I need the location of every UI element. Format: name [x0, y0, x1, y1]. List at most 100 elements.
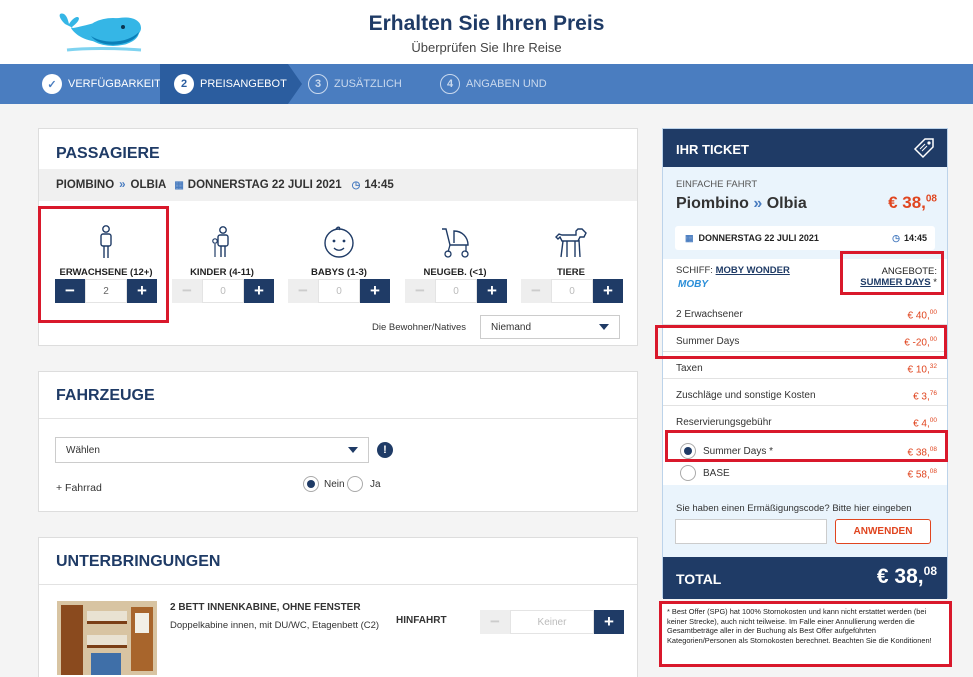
- newborn-count[interactable]: 0: [435, 279, 477, 303]
- ticket-summary: IHR TICKET EINFACHE FAHRT Piombino » Olb…: [662, 128, 948, 599]
- step-chevron-icon: [288, 64, 302, 104]
- fare-option: BASE € 58,08: [703, 468, 937, 480]
- price-line: 2 Erwachsener € 40,00: [676, 309, 937, 322]
- decrement-button[interactable]: −: [480, 610, 510, 634]
- price-line-cents: 76: [929, 390, 937, 397]
- pet-stepper: − 0 +: [521, 279, 623, 303]
- ticket-price: € 38,08: [888, 193, 937, 213]
- route-time: 14:45: [364, 179, 394, 191]
- route-arrow-icon: »: [753, 195, 763, 212]
- fare-base-radio[interactable]: [680, 465, 696, 481]
- info-icon[interactable]: !: [377, 442, 393, 458]
- trip-type: EINFACHE FAHRT: [676, 179, 758, 190]
- ship-link[interactable]: MOBY WONDER: [716, 265, 790, 276]
- bike-yes-radio[interactable]: [347, 476, 363, 492]
- highlight-summer-days-fare: [665, 430, 948, 462]
- vehicle-select[interactable]: Wählen: [55, 437, 369, 463]
- baby-stepper: − 0 +: [288, 279, 390, 303]
- increment-button[interactable]: +: [593, 279, 623, 303]
- bike-yes-label: Ja: [370, 479, 381, 490]
- accommodation-title: UNTERBRINGUNGEN: [56, 553, 221, 570]
- total-price: € 38,08: [877, 564, 937, 589]
- pax-label: KINDER (4-11): [190, 267, 254, 278]
- price-line: Taxen € 10,32: [676, 363, 937, 375]
- step-additional[interactable]: 3 ZUSÄTZLICH: [308, 64, 402, 104]
- progress-steps: ✓ VERFÜGBARKEIT 2 PREISANGEBOT 3 ZUSÄTZL…: [0, 64, 973, 104]
- price-line-main: € 40,: [907, 310, 930, 322]
- clock-icon: ◷: [351, 179, 361, 191]
- step-availability[interactable]: ✓ VERFÜGBARKEIT: [42, 64, 161, 104]
- cabin-stepper: − Keiner +: [480, 610, 624, 634]
- decrement-button[interactable]: −: [288, 279, 318, 303]
- page-header: Erhalten Sie Ihren Preis Überprüfen Sie …: [0, 0, 973, 64]
- decrement-button[interactable]: −: [172, 279, 202, 303]
- clock-icon: ◷: [892, 232, 900, 243]
- ticket-title: IHR TICKET: [676, 142, 749, 157]
- highlight-adults: [38, 206, 169, 323]
- price-line-cents: 00: [929, 417, 937, 424]
- cabin-photo[interactable]: [57, 601, 157, 675]
- step-label: VERFÜGBARKEIT: [68, 78, 161, 90]
- highlight-summer-days-line: [655, 325, 947, 359]
- price-line-cents: 32: [929, 363, 937, 370]
- increment-button[interactable]: +: [244, 279, 274, 303]
- ticket-date: DONNERSTAG 22 JULI 2021: [698, 233, 819, 243]
- step-label: ZUSÄTZLICH: [334, 78, 402, 90]
- price-line-value: € 10,32: [908, 363, 937, 375]
- step-price-offer[interactable]: 2 PREISANGEBOT: [160, 64, 288, 104]
- ticket-header: IHR TICKET: [663, 129, 947, 167]
- ticket-price-cents: 08: [925, 193, 937, 205]
- pax-label: TIERE: [557, 267, 585, 278]
- residents-label: Die Bewohner/Natives: [372, 322, 466, 333]
- route-arrow-icon: »: [119, 179, 126, 191]
- pet-count[interactable]: 0: [551, 279, 593, 303]
- step-number: 4: [440, 74, 460, 94]
- bike-no-radio[interactable]: [303, 476, 319, 492]
- price-line-label: Taxen: [676, 363, 703, 374]
- price-line: Reservierungsgebühr € 4,00: [676, 417, 937, 429]
- apply-button[interactable]: ANWENDEN: [835, 519, 931, 544]
- chevron-down-icon: [348, 447, 358, 453]
- pax-label: NEUGEB. (<1): [423, 267, 487, 278]
- moby-brand-logo: MOBY: [678, 279, 708, 290]
- discount-prompt: Sie haben einen Ermäßigungscode? Bitte h…: [676, 503, 912, 514]
- ticket-time: 14:45: [903, 232, 927, 243]
- discount-code-input[interactable]: [675, 519, 827, 544]
- route-date: DONNERSTAG 22 JULI 2021: [187, 179, 342, 191]
- increment-button[interactable]: +: [594, 610, 624, 634]
- price-line-label: 2 Erwachsener: [676, 309, 743, 320]
- cabin-count[interactable]: Keiner: [510, 610, 594, 634]
- ticket-price-main: € 38,: [888, 193, 926, 212]
- step-details[interactable]: 4 ANGABEN UND: [440, 64, 547, 104]
- price-line-value: € 4,00: [913, 417, 937, 429]
- price-line-value: € 3,76: [913, 390, 937, 402]
- highlight-offers: [840, 251, 944, 295]
- ticket-date-bar: ▦ DONNERSTAG 22 JULI 2021 ◷ 14:45: [675, 226, 935, 250]
- ticket-from: Piombino: [676, 195, 749, 212]
- bike-label[interactable]: + Fahrrad: [56, 482, 102, 494]
- child-count[interactable]: 0: [202, 279, 244, 303]
- ticket-to: Olbia: [766, 195, 807, 212]
- step-number: 3: [308, 74, 328, 94]
- ticket-time-wrap: ◷ 14:45: [892, 233, 927, 244]
- fare-value: € 58,08: [908, 468, 937, 480]
- increment-button[interactable]: +: [360, 279, 390, 303]
- bike-no-label: Nein: [324, 479, 345, 490]
- residents-value: Niemand: [491, 321, 532, 333]
- price-line-main: € 4,: [913, 418, 930, 430]
- baby-count[interactable]: 0: [318, 279, 360, 303]
- decrement-button[interactable]: −: [405, 279, 435, 303]
- divider: [39, 584, 637, 585]
- vehicles-panel: FAHRZEUGE Wählen ! + Fahrrad Nein Ja: [38, 371, 638, 512]
- total-bar: TOTAL € 38,08: [663, 557, 947, 599]
- increment-button[interactable]: +: [477, 279, 507, 303]
- page-title: Erhalten Sie Ihren Preis: [368, 12, 605, 35]
- residents-select[interactable]: Niemand: [480, 315, 620, 339]
- pax-newborn: NEUGEB. (<1): [400, 225, 510, 278]
- passengers-title: PASSAGIERE: [56, 145, 160, 162]
- fare-label: BASE: [703, 468, 730, 479]
- cabin-title: 2 BETT INNENKABINE, OHNE FENSTER: [170, 602, 361, 613]
- step-label: ANGABEN UND: [466, 78, 547, 90]
- decrement-button[interactable]: −: [521, 279, 551, 303]
- direction-label: HINFAHRT: [396, 615, 447, 626]
